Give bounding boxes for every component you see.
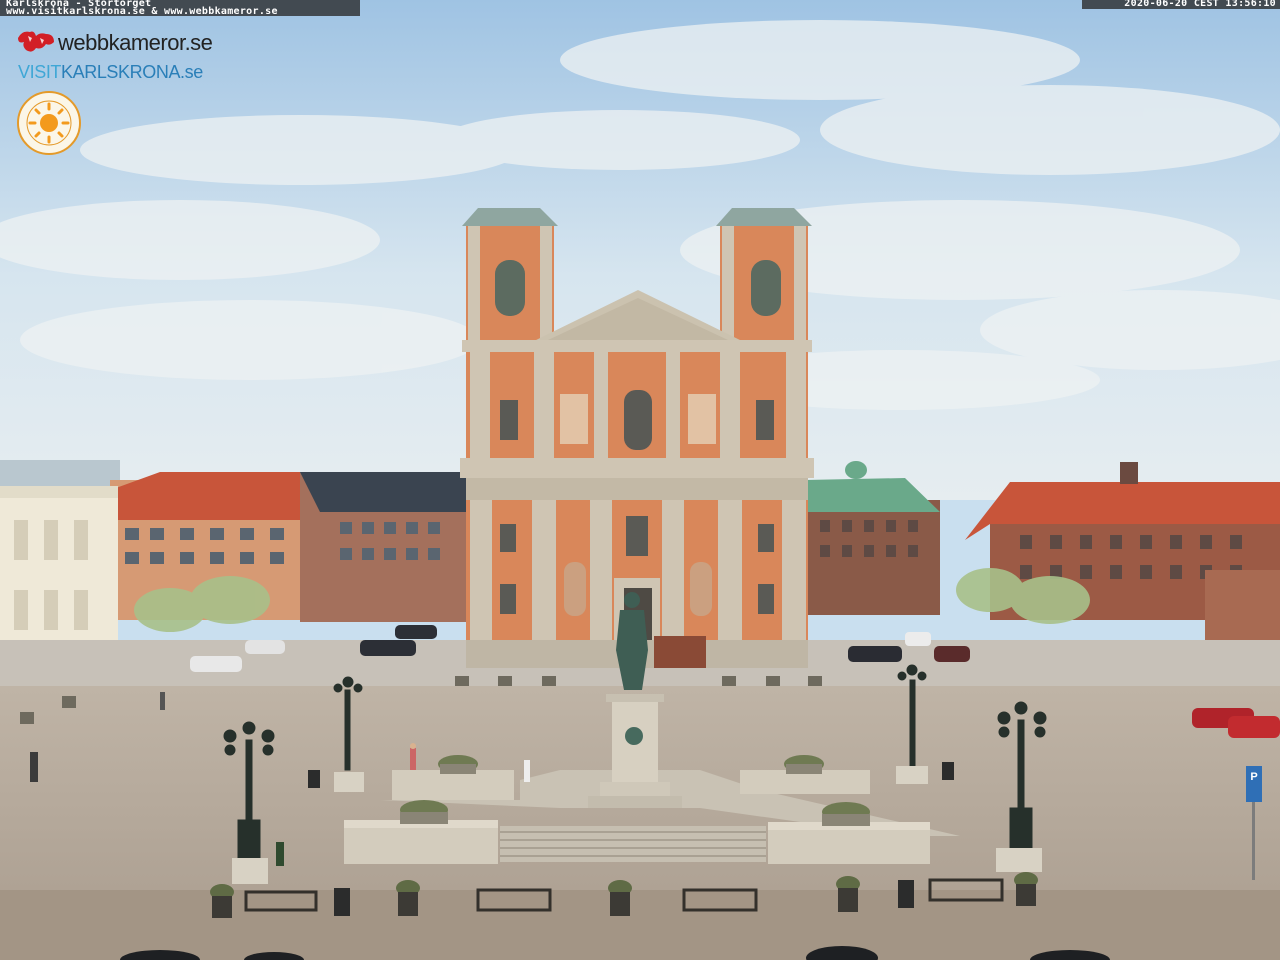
webcam-photo: P [0, 0, 1280, 960]
camera-caption: Karlskrona - Stortorget www.visitkarlskr… [0, 0, 360, 17]
visitkarlskrona-logo-visit: VISIT [18, 62, 62, 82]
sunniest-city-seal-icon [17, 91, 81, 155]
timestamp-box: 2020-06-20 CEST 13:56:10 [1082, 0, 1280, 9]
visitkarlskrona-logo: VISITKARLSKRONA.se [18, 62, 203, 83]
webbkameror-logo-text: webbkameror.se [58, 30, 213, 55]
visitkarlskrona-logo-name: KARLSKRONA.se [61, 62, 203, 82]
svg-text:P: P [1250, 771, 1257, 783]
world-map-icon [18, 31, 54, 52]
webbkameror-logo: webbkameror.se [16, 26, 213, 56]
timestamp: 2020-06-20 CEST 13:56:10 [1124, 0, 1276, 9]
caption-urls: www.visitkarlskrona.se & www.webbkameror… [6, 6, 278, 17]
